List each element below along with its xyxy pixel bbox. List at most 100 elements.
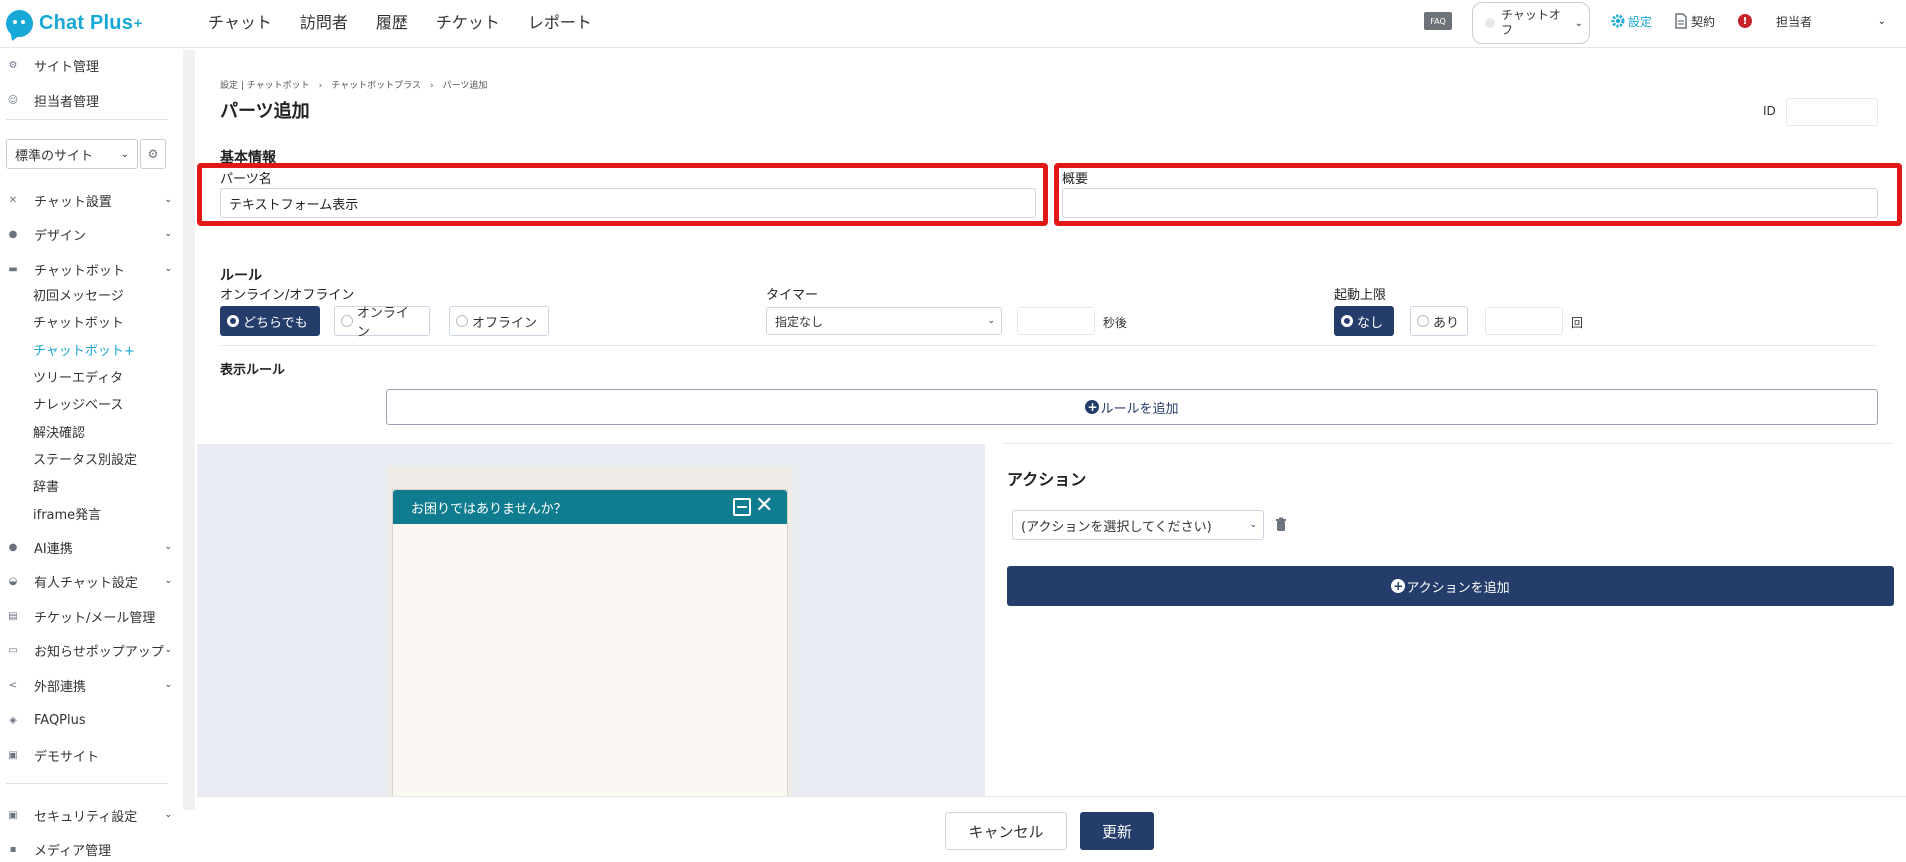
highlight-box-parts-name [197, 163, 1048, 226]
timer-unit: 秒後 [1103, 316, 1128, 330]
settings-link[interactable]: 設定 [1610, 0, 1652, 42]
chevron-down-icon: ⌄ [1249, 520, 1257, 530]
cancel-button[interactable]: キャンセル [945, 812, 1067, 850]
topnav-report[interactable]: レポート [528, 9, 592, 33]
sidebar-item-chat-setup[interactable]: ✕ チャット設置 ⌄ [0, 187, 176, 213]
divider [1003, 443, 1894, 444]
timer-seconds-input[interactable] [1017, 307, 1095, 335]
sidebar-item-design[interactable]: ● デザイン ⌄ [0, 221, 176, 247]
sidebar-item-staff-management[interactable]: ☺ 担当者管理 [0, 87, 176, 113]
sidebar-item-ticket-mail[interactable]: ▤ チケット/メール管理 [0, 603, 176, 629]
chevron-down-icon: ⌄ [164, 645, 172, 655]
wrench-icon: ✕ [8, 194, 18, 206]
sidebar-sub-knowledge-base[interactable]: ナレッジベース [33, 392, 123, 414]
timer-select[interactable]: 指定なし ⌄ [766, 307, 1002, 335]
sidebar-sub-status-settings[interactable]: ステータス別設定 [33, 447, 137, 469]
sidebar-sub-resolution-check[interactable]: 解決確認 [33, 420, 85, 442]
sidebar-item-label: お知らせポップアップ [34, 644, 164, 660]
radio-online-label: オンライン [356, 306, 409, 340]
top-nav: チャット 訪問者 履歴 チケット レポート [208, 0, 620, 42]
radio-icon [456, 315, 468, 327]
site-select-value: 標準のサイト [15, 148, 94, 164]
plus-circle-icon: + [1085, 400, 1100, 414]
radio-limit-none[interactable]: なし [1334, 306, 1394, 336]
radio-limit-none-label: なし [1357, 315, 1384, 331]
minimize-icon[interactable] [733, 498, 751, 516]
sidebar-item-label: 担当者管理 [34, 94, 100, 110]
add-rule-button[interactable]: + ルールを追加 [386, 389, 1878, 425]
sidebar-item-demo-site[interactable]: ▣ デモサイト [0, 742, 176, 768]
sidebar-item-popup[interactable]: ▭ お知らせポップアップ ⌄ [0, 637, 176, 663]
share-icon: < [8, 679, 18, 691]
alert-button[interactable]: ! [1738, 0, 1752, 42]
topnav-chat[interactable]: チャット [208, 9, 272, 33]
site-settings-button[interactable]: ⚙ [140, 139, 166, 169]
topnav-history[interactable]: 履歴 [376, 9, 408, 33]
chevron-down-icon: ⌄ [164, 542, 172, 552]
chevron-down-icon: ⌄ [164, 810, 172, 820]
sidebar-item-site-management[interactable]: ⚙ サイト管理 [0, 52, 176, 78]
sidebar-item-media[interactable]: ▪ メディア管理 [0, 836, 176, 862]
site-select[interactable]: 標準のサイト ⌄ [6, 139, 138, 169]
chat-status-label: チャットオフ [1501, 8, 1561, 37]
sidebar-item-chatbot[interactable]: ▬ チャットボット ⌄ [0, 256, 176, 282]
sidebar-item-live-chat[interactable]: ◒ 有人チャット設定 ⌄ [0, 568, 176, 594]
radio-offline-label: オフライン [472, 315, 538, 331]
sidebar-sub-tree-editor[interactable]: ツリーエディタ [33, 365, 123, 387]
radio-offline[interactable]: オフライン [449, 306, 549, 336]
sidebar-sub-first-message[interactable]: 初回メッセージ [33, 283, 124, 305]
palette-icon: ● [8, 228, 18, 240]
action-select[interactable]: (アクションを選択してください) ⌄ [1012, 510, 1264, 540]
close-icon[interactable]: ✕ [755, 493, 773, 518]
sidebar-sub-dictionary[interactable]: 辞書 [33, 474, 59, 496]
page-title: パーツ追加 [220, 101, 310, 122]
user-menu[interactable]: 担当者 ⌄ [1776, 0, 1886, 42]
launch-limit-input[interactable] [1485, 307, 1563, 335]
logo[interactable]: Chat Plus + [6, 8, 143, 38]
launch-limit-unit: 回 [1571, 316, 1584, 330]
media-icon: ▪ [9, 843, 17, 855]
sidebar-sub-chatbot[interactable]: チャットボット [33, 310, 124, 332]
chat-widget-header: お困りではありませんか？ ✕ [393, 490, 787, 524]
divider [6, 119, 168, 120]
chat-status-dropdown[interactable]: チャットオフ ⌄ [1472, 2, 1590, 44]
plus-circle-icon: + [1391, 579, 1406, 593]
radio-online[interactable]: オンライン [334, 306, 430, 340]
radio-either[interactable]: どちらでも [220, 306, 320, 336]
breadcrumb[interactable]: 設定 | チャットボット › チャットボットプラス › パーツ追加 [220, 78, 487, 91]
sidebar-item-security[interactable]: ▣ セキュリティ設定 ⌄ [0, 802, 176, 828]
faq-label: FAQ [1430, 16, 1446, 26]
contract-link[interactable]: 契約 [1674, 0, 1715, 42]
id-field[interactable] [1786, 98, 1878, 126]
sidebar-scrollbar[interactable] [183, 50, 195, 810]
radio-limit-yes[interactable]: あり [1410, 306, 1468, 336]
top-bar: Chat Plus + チャット 訪問者 履歴 チケット レポート FAQ チャッ… [0, 0, 1906, 48]
update-button[interactable]: 更新 [1080, 812, 1154, 850]
radio-icon [1341, 315, 1353, 327]
sidebar-item-label: FAQPlus [34, 712, 86, 728]
gear-icon [1611, 14, 1625, 28]
faq-button[interactable]: FAQ [1424, 12, 1452, 30]
sidebar-sub-chatbot-plus[interactable]: チャットボット+ [33, 338, 135, 360]
divider [6, 783, 168, 784]
add-action-button[interactable]: + アクションを追加 [1007, 566, 1894, 606]
highlight-box-summary [1054, 163, 1902, 226]
sidebar-item-ai[interactable]: ● AI連携 ⌄ [0, 534, 176, 560]
trash-icon[interactable] [1274, 517, 1288, 533]
sidebar-sub-iframe[interactable]: iframe発言 [33, 502, 101, 524]
sidebar-item-integration[interactable]: < 外部連携 ⌄ [0, 672, 176, 698]
status-dot-icon [1485, 18, 1495, 28]
timer-select-value: 指定なし [775, 314, 824, 329]
radio-icon [341, 315, 353, 327]
rules-heading: ルール [220, 268, 262, 284]
sidebar-item-label: サイト管理 [34, 59, 100, 75]
chat-bubble-logo-icon [6, 9, 33, 37]
topnav-ticket[interactable]: チケット [436, 9, 500, 33]
divider [220, 345, 1878, 346]
topnav-visitors[interactable]: 訪問者 [300, 9, 348, 33]
sidebar-item-label: AI連携 [34, 541, 73, 557]
online-offline-label: オンライン/オフライン [220, 288, 355, 303]
add-rule-label: ルールを追加 [1100, 401, 1179, 417]
gear-icon: ⚙ [147, 147, 159, 161]
sidebar-item-faqplus[interactable]: ◈ FAQPlus [0, 707, 176, 733]
